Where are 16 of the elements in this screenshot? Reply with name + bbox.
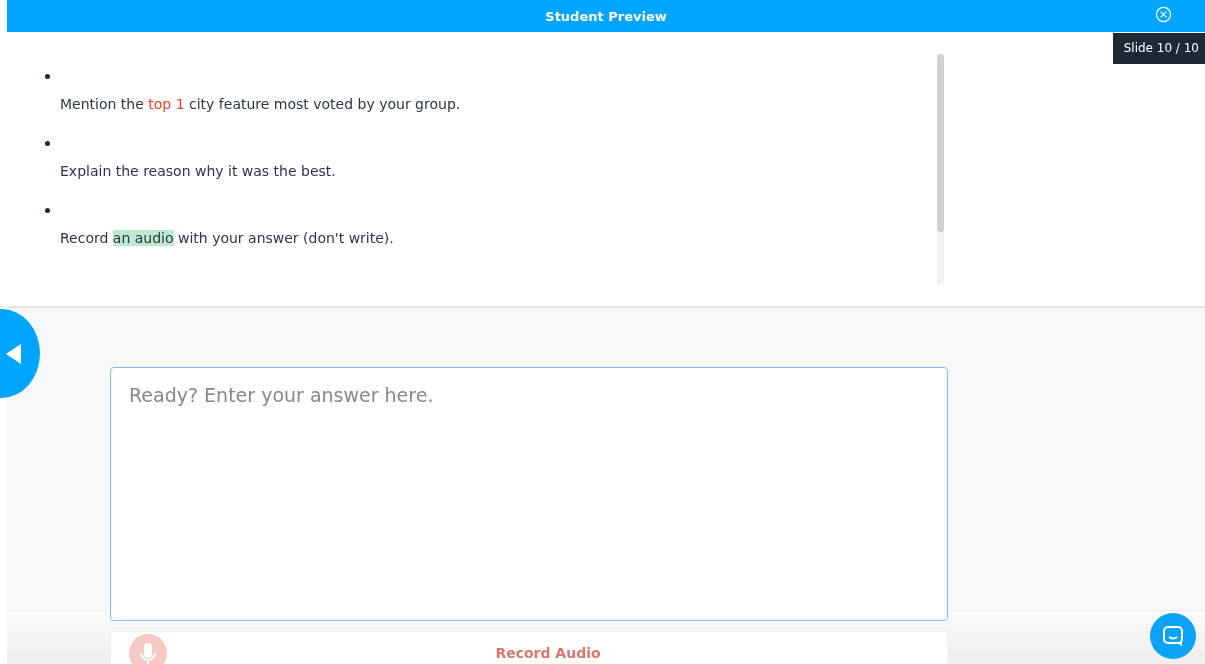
scrollbar[interactable] bbox=[937, 54, 944, 285]
slide-counter: Slide 10 / 10 bbox=[1112, 33, 1205, 64]
header-title: Student Preview bbox=[545, 8, 667, 24]
close-icon[interactable] bbox=[1155, 6, 1172, 23]
record-audio-button[interactable]: Record Audio bbox=[110, 631, 948, 664]
chat-button[interactable] bbox=[1150, 613, 1196, 659]
bullet-icon bbox=[45, 141, 50, 146]
bullet-icon bbox=[45, 208, 50, 213]
instruction-text: Mention the top 1 city feature most voted by your group. bbox=[60, 95, 462, 114]
bullet-icon bbox=[45, 74, 50, 79]
answer-field[interactable]: Ready? Enter your answer here. bbox=[110, 367, 948, 621]
microphone-icon bbox=[129, 634, 167, 664]
chat-icon bbox=[1162, 625, 1184, 647]
left-arrow-icon bbox=[6, 344, 22, 364]
instruction-text: Record an audio with your answer (don't write). bbox=[60, 229, 395, 248]
instruction-text: Explain the reason why it was the best. bbox=[60, 162, 337, 181]
